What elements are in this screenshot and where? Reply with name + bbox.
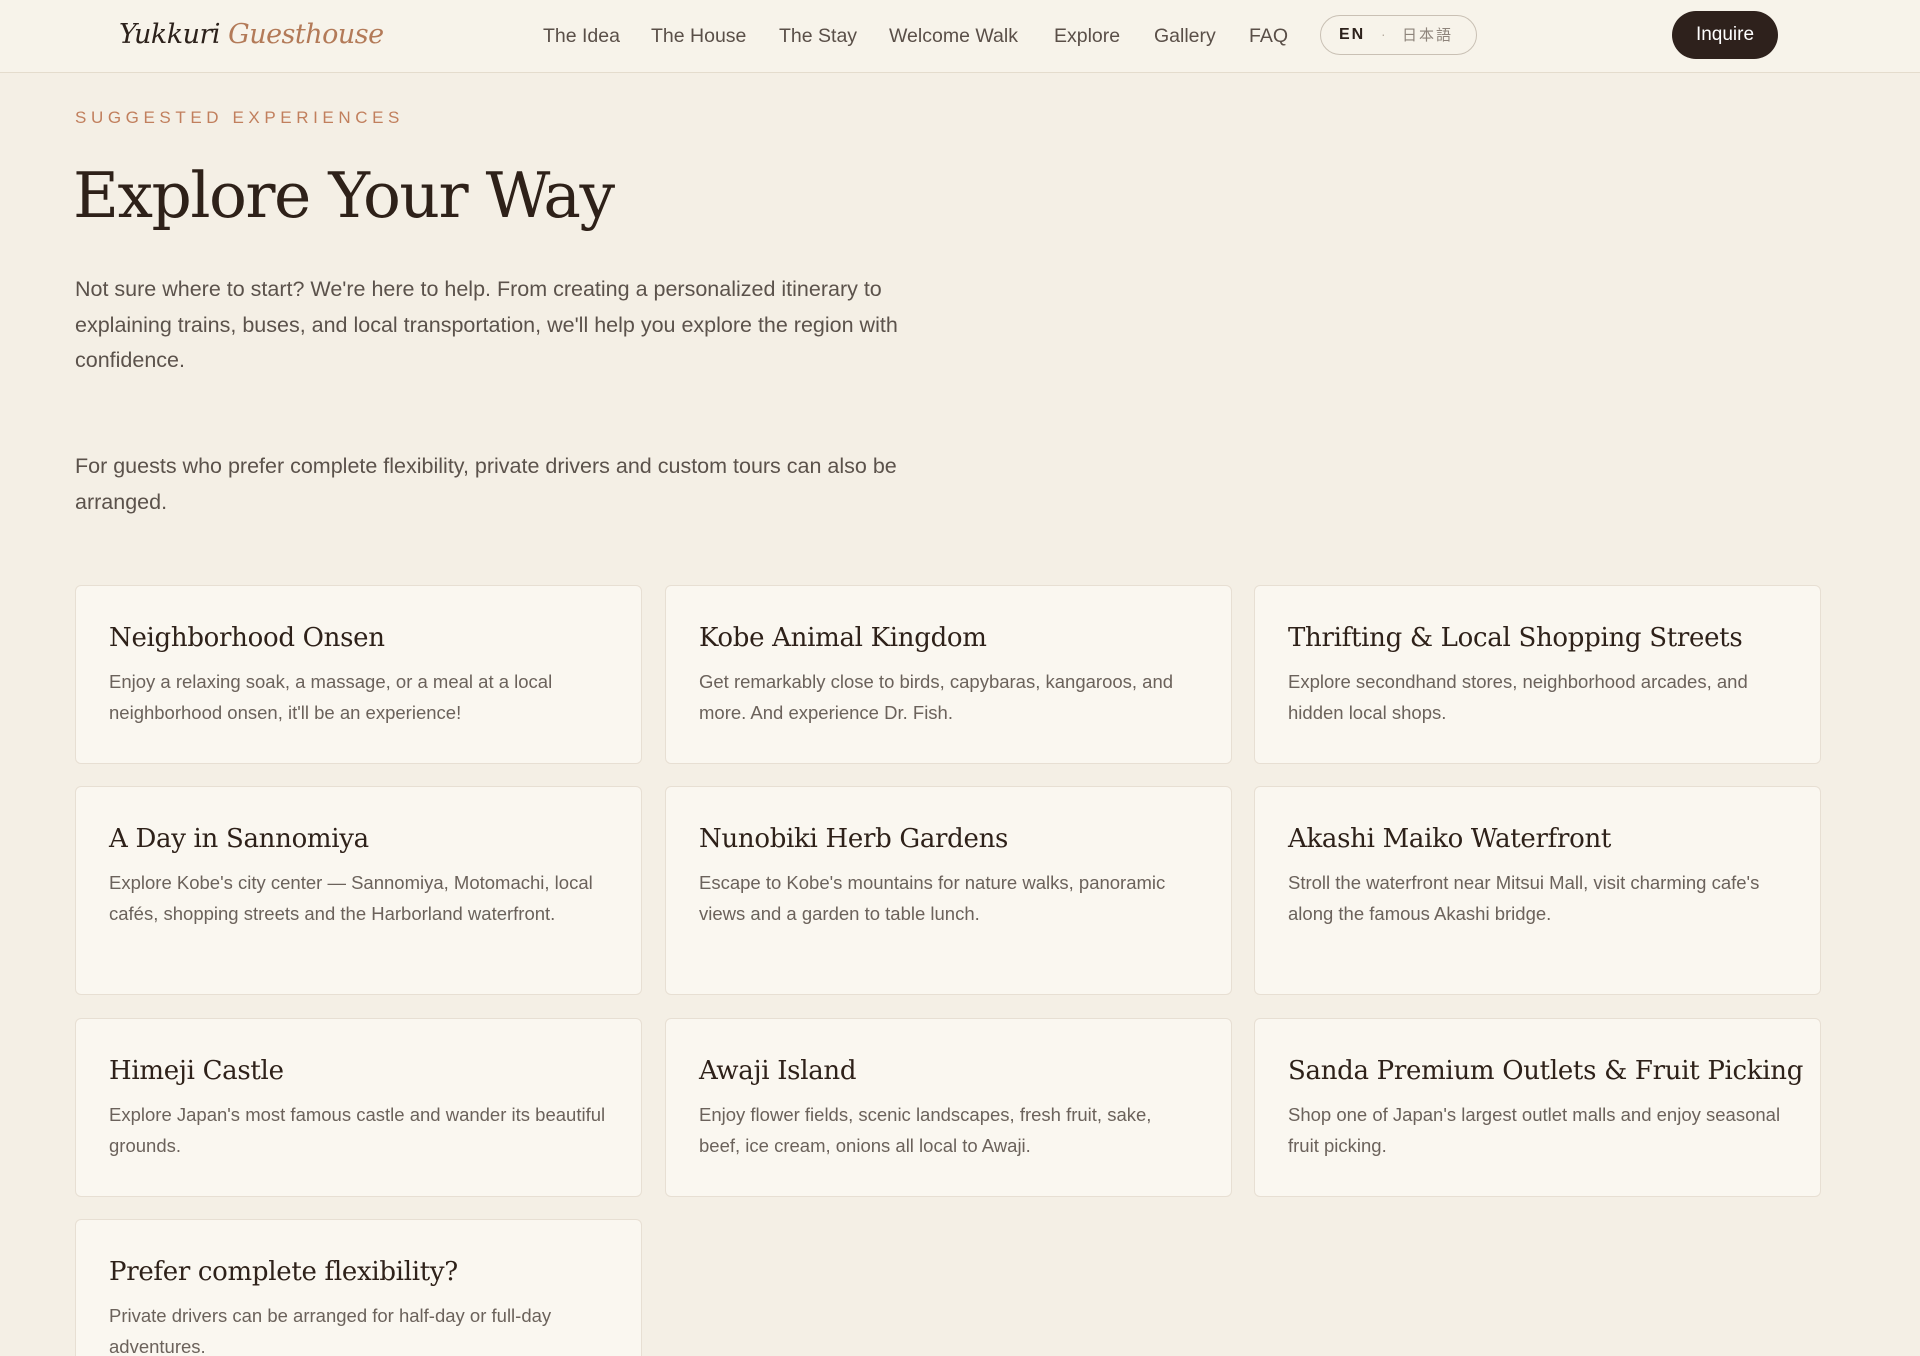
experience-card: Neighborhood Onsen Enjoy a relaxing soak… bbox=[75, 585, 642, 764]
experience-cards-grid: Neighborhood Onsen Enjoy a relaxing soak… bbox=[0, 0, 1920, 1356]
experience-card: Akashi Maiko Waterfront Stroll the water… bbox=[1254, 786, 1821, 995]
card-title: Sanda Premium Outlets & Fruit Picking bbox=[1288, 1056, 1804, 1086]
card-description: Private drivers can be arranged for half… bbox=[109, 1305, 552, 1356]
card-description: Enjoy flower fields, scenic landscapes, … bbox=[699, 1104, 1152, 1156]
card-title: Kobe Animal Kingdom bbox=[699, 623, 987, 653]
card-title: Nunobiki Herb Gardens bbox=[699, 824, 1009, 854]
experience-card: Nunobiki Herb Gardens Escape to Kobe's m… bbox=[665, 786, 1232, 995]
experience-card: Awaji Island Enjoy flower fields, scenic… bbox=[665, 1018, 1232, 1197]
card-description: Explore secondhand stores, neighborhood … bbox=[1288, 671, 1748, 723]
experience-card: Thrifting & Local Shopping Streets Explo… bbox=[1254, 585, 1821, 764]
card-title: Thrifting & Local Shopping Streets bbox=[1288, 623, 1743, 653]
experience-card: Himeji Castle Explore Japan's most famou… bbox=[75, 1018, 642, 1197]
card-title: Prefer complete flexibility? bbox=[109, 1257, 458, 1287]
card-title: Neighborhood Onsen bbox=[109, 623, 385, 653]
card-description: Get remarkably close to birds, capybaras… bbox=[699, 671, 1174, 723]
experience-card: Sanda Premium Outlets & Fruit Picking Sh… bbox=[1254, 1018, 1821, 1197]
private-driver-card: Prefer complete flexibility? Private dri… bbox=[75, 1219, 642, 1356]
card-description: Enjoy a relaxing soak, a massage, or a m… bbox=[109, 671, 553, 723]
card-description: Escape to Kobe's mountains for nature wa… bbox=[699, 872, 1166, 924]
experience-card: A Day in Sannomiya Explore Kobe's city c… bbox=[75, 786, 642, 995]
experience-card: Kobe Animal Kingdom Get remarkably close… bbox=[665, 585, 1232, 764]
card-title: Akashi Maiko Waterfront bbox=[1288, 824, 1612, 854]
card-title: Awaji Island bbox=[699, 1056, 857, 1086]
card-description: Explore Japan's most famous castle and w… bbox=[109, 1104, 606, 1156]
card-description: Explore Kobe's city center — Sannomiya, … bbox=[109, 872, 593, 924]
card-title: Himeji Castle bbox=[109, 1056, 284, 1086]
card-description: Stroll the waterfront near Mitsui Mall, … bbox=[1288, 872, 1760, 924]
card-title: A Day in Sannomiya bbox=[109, 824, 369, 854]
card-description: Shop one of Japan's largest outlet malls… bbox=[1288, 1104, 1781, 1156]
